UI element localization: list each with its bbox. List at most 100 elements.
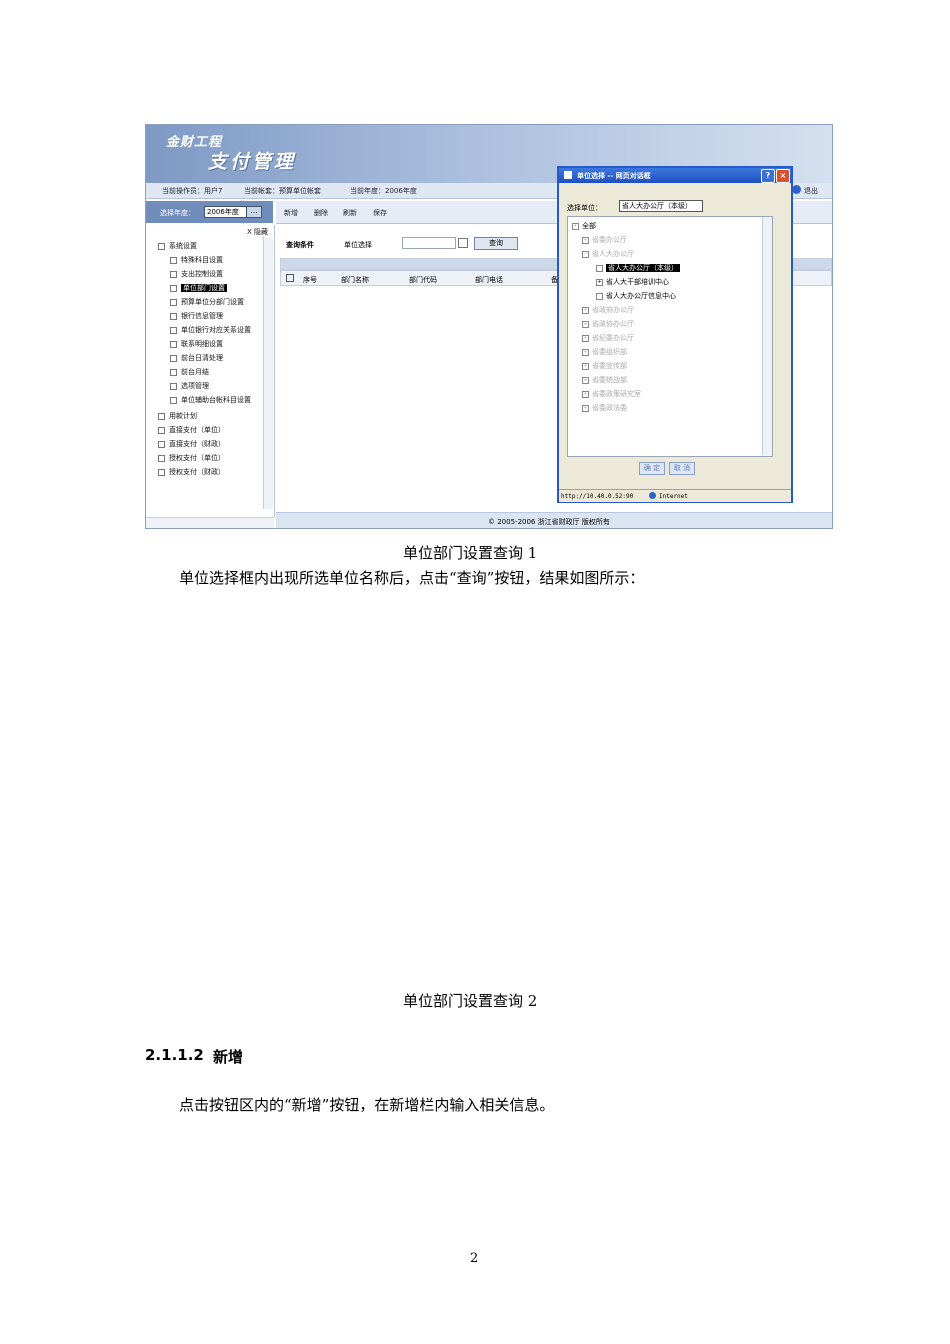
unit-picker-icon[interactable] <box>458 238 468 248</box>
sidebar-group-direct-finance[interactable]: 直接支付（财政） <box>158 439 225 449</box>
tree-node[interactable]: - 省人大办公厅 <box>582 249 634 259</box>
expand-icon: + <box>582 362 589 370</box>
query-button[interactable]: 查询 <box>474 237 518 250</box>
unit-tree: - 全部 + 省委办公厅 - 省人大办公厅 省人大办公厅（本级） + 省人大干部培训中心… <box>567 216 773 457</box>
exit-link[interactable]: 退出 <box>804 186 818 196</box>
sidebar-item-aux-ledger[interactable]: 单位辅助台帐科目设置 <box>170 395 251 405</box>
leaf-icon <box>170 368 177 376</box>
tree-node[interactable]: + 省纪委办公厅 <box>582 333 634 343</box>
dialog-title: 单位选择 -- 网页对话框 <box>577 172 651 180</box>
sidebar-item-monthly-close[interactable]: 前台月结 <box>170 367 209 377</box>
sidebar-item-unit-department[interactable]: 单位部门设置 <box>170 283 227 293</box>
sidebar-item-daily-close[interactable]: 前台日清处理 <box>170 353 223 363</box>
sidebar-item-bank-info[interactable]: 银行信息管理 <box>170 311 223 321</box>
paragraph-2: 点击按钮区内的“新增”按钮，在新增栏内输入相关信息。 <box>179 1096 555 1114</box>
query-label: 查询条件 <box>286 241 314 249</box>
status-operator: 当前操作员：用户7 <box>162 187 223 195</box>
tree-scrollbar[interactable] <box>762 217 772 455</box>
leaf-icon <box>170 382 177 390</box>
collapse-icon: - <box>582 250 589 258</box>
leaf-icon <box>170 256 177 264</box>
tree-node[interactable]: + 省委办公厅 <box>582 235 627 245</box>
tree-node[interactable]: 省人大办公厅信息中心 <box>596 291 676 301</box>
tree-node[interactable]: + 省委政策研究室 <box>582 389 641 399</box>
section-title: 新增 <box>213 1048 244 1066</box>
column-header: 部门名称 <box>341 276 369 284</box>
globe-icon <box>649 492 656 499</box>
status-account: 当前帐套：预算单位帐套 <box>244 187 321 195</box>
tree-node[interactable]: + 省委组织部 <box>582 347 627 357</box>
page-icon <box>564 171 572 179</box>
app-screenshot: 金财工程 支付管理 当前操作员：用户7 当前帐套：预算单位帐套 当前年度：200… <box>145 124 833 529</box>
close-button[interactable]: × <box>776 169 790 183</box>
add-button[interactable]: 新增 <box>284 208 298 218</box>
expand-icon: + <box>582 404 589 412</box>
unit-select-input[interactable] <box>402 237 456 249</box>
copyright: © 2005-2006 浙江省财政厅 版权所有 <box>488 518 610 526</box>
sidebar-group-direct-unit[interactable]: 直接支付（单位） <box>158 425 225 435</box>
leaf-icon <box>170 326 177 334</box>
expand-icon <box>158 454 165 462</box>
sidebar-hide-button[interactable]: X 隐藏 <box>247 227 268 237</box>
year-input[interactable]: 2006年度 <box>204 206 248 218</box>
leaf-icon <box>170 298 177 306</box>
exit-icon[interactable] <box>792 185 801 194</box>
page-number: 2 <box>470 1251 479 1266</box>
year-picker-button[interactable]: … <box>246 206 262 218</box>
tree-node[interactable]: + 省委宣传部 <box>582 361 627 371</box>
sidebar-item-unit-bank[interactable]: 单位银行对应关系设置 <box>170 325 251 335</box>
status-url: http://10.40.0.52:90 <box>561 493 634 500</box>
sidebar-item-budget-unit-dept[interactable]: 预算单位分部门设置 <box>170 297 244 307</box>
expand-icon: + <box>596 278 603 286</box>
select-unit-input[interactable]: 省人大办公厅（本级） <box>619 200 703 212</box>
select-all-checkbox[interactable] <box>286 274 294 282</box>
sidebar-item-expense-control[interactable]: 支出控制设置 <box>170 269 223 279</box>
tree-root[interactable]: - 全部 <box>572 221 596 231</box>
expand-icon: + <box>582 334 589 342</box>
leaf-icon <box>596 292 603 300</box>
delete-button[interactable]: 删除 <box>314 208 328 218</box>
sidebar-group-auth-unit[interactable]: 授权支付（单位） <box>158 453 225 463</box>
cancel-button[interactable]: 取 消 <box>669 462 695 475</box>
refresh-button[interactable]: 刷新 <box>343 208 357 218</box>
sidebar: X 隐藏 系统设置 特殊科目设置 支出控制设置 单位部门设置 预算单位分部门设置… <box>146 225 275 517</box>
figure-caption-1: 单位部门设置查询 1 <box>403 544 538 562</box>
expand-icon <box>158 440 165 448</box>
expand-icon: + <box>582 390 589 398</box>
sidebar-scrollbar[interactable] <box>263 237 273 509</box>
sidebar-item-detail[interactable]: 联系明细设置 <box>170 339 223 349</box>
sidebar-root-system-settings[interactable]: 系统设置 <box>158 241 197 251</box>
ok-button[interactable]: 确 定 <box>639 462 665 475</box>
sidebar-group-auth-finance[interactable]: 授权支付（财政） <box>158 467 225 477</box>
select-unit-label: 选择单位： <box>567 204 602 212</box>
tree-node[interactable]: + 省政府办公厅 <box>582 305 634 315</box>
figure-caption-2: 单位部门设置查询 2 <box>403 992 538 1010</box>
expand-icon <box>158 412 165 420</box>
expand-icon: + <box>582 236 589 244</box>
tree-node-selected[interactable]: 省人大办公厅（本级） <box>596 263 680 273</box>
save-button[interactable]: 保存 <box>373 208 387 218</box>
column-header: 部门电话 <box>475 276 503 284</box>
column-header: 序号 <box>303 276 317 284</box>
year-selector-bar: 选择年度： 2006年度 … <box>146 201 273 223</box>
tree-node[interactable]: + 省委政法委 <box>582 403 627 413</box>
sidebar-item-special-subject[interactable]: 特殊科目设置 <box>170 255 223 265</box>
leaf-icon <box>596 264 603 272</box>
collapse-icon <box>158 242 165 250</box>
sidebar-item-options[interactable]: 选项管理 <box>170 381 209 391</box>
sidebar-hscrollbar[interactable] <box>146 517 274 528</box>
tree-node[interactable]: + 省委统战部 <box>582 375 627 385</box>
tree-node[interactable]: + 省政协办公厅 <box>582 319 634 329</box>
column-header: 部门代码 <box>409 276 437 284</box>
sidebar-group-plan[interactable]: 用款计划 <box>158 411 197 421</box>
status-year: 当前年度：2006年度 <box>350 187 417 195</box>
tree-node[interactable]: + 省人大干部培训中心 <box>596 277 669 287</box>
leaf-icon <box>170 284 177 292</box>
dialog-titlebar: 单位选择 -- 网页对话框 ? × <box>559 168 791 183</box>
expand-icon <box>158 468 165 476</box>
section-number: 2.1.1.2 <box>145 1046 204 1064</box>
expand-icon: + <box>582 306 589 314</box>
unit-select-label: 单位选择 <box>344 241 372 249</box>
collapse-icon: - <box>572 222 579 230</box>
help-button[interactable]: ? <box>761 169 775 183</box>
